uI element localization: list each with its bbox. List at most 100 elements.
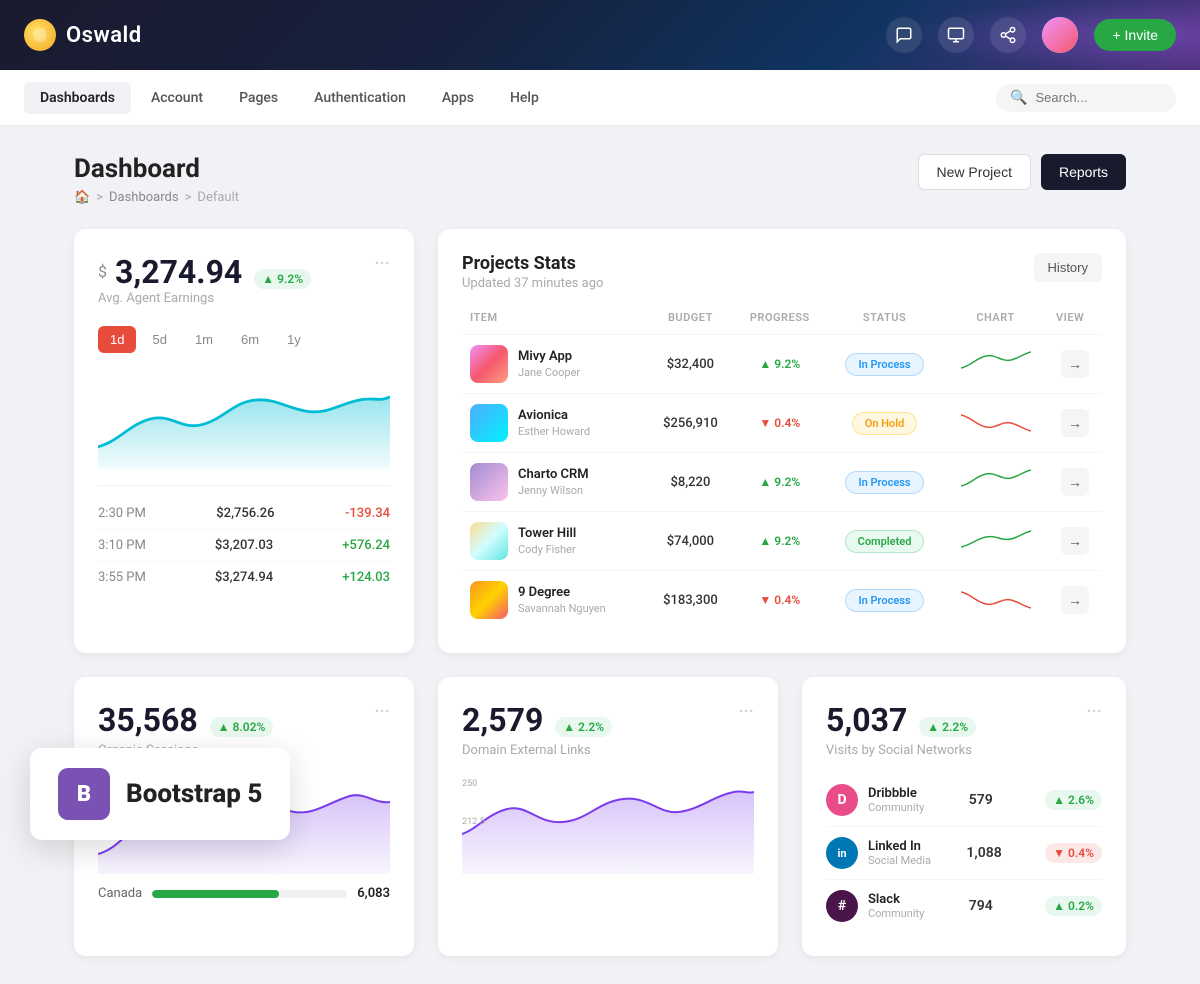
linkedin-text: Linked In Social Media (868, 839, 931, 867)
social-label: Visits by Social Networks (826, 743, 1102, 758)
chart-mivy (943, 335, 1048, 394)
view-9degree: → (1048, 571, 1102, 630)
nav-item-dashboards[interactable]: Dashboards (24, 82, 131, 114)
project-name-tower: Tower Hill (518, 526, 576, 541)
time-3: 3:55 PM (98, 570, 146, 585)
project-name-mivy: Mivy App (518, 349, 580, 364)
project-item-9degree: 9 Degree Savannah Nguyen (470, 581, 639, 619)
social-more-icon[interactable]: ··· (1086, 701, 1102, 721)
country-bar: Canada 6,083 (98, 886, 390, 901)
dribbble-type: Community (868, 801, 924, 814)
projects-card: Projects Stats Updated 37 minutes ago Hi… (438, 229, 1126, 653)
linkedin-info: in Linked In Social Media (826, 837, 931, 869)
earnings-badge: ▲ 9.2% (254, 269, 311, 289)
project-item-mivy: Mivy App Jane Cooper (470, 345, 639, 383)
chart-9degree (943, 571, 1048, 630)
nav-item-account[interactable]: Account (135, 82, 219, 114)
view-tower: → (1048, 512, 1102, 571)
earnings-currency: $ (98, 262, 107, 281)
view-button-tower[interactable]: → (1061, 527, 1089, 555)
bootstrap-icon: B (58, 768, 110, 820)
domain-card: 2,579 ▲ 2.2% ··· Domain External Links (438, 677, 778, 956)
linkedin-name: Linked In (868, 839, 931, 854)
social-card: 5,037 ▲ 2.2% ··· Visits by Social Networ… (802, 677, 1126, 956)
project-info-charto: Charto CRM Jenny Wilson (518, 467, 589, 497)
view-charto: → (1048, 453, 1102, 512)
time-1: 2:30 PM (98, 506, 146, 521)
time-filter-5d[interactable]: 5d (140, 326, 178, 353)
social-row-slack: # Slack Community 794 ▲ 0.2% (826, 880, 1102, 932)
breadcrumb-home-icon: 🏠 (74, 190, 90, 205)
earnings-row-3: 3:55 PM $3,274.94 +124.03 (98, 562, 390, 593)
budget-avionica: $256,910 (647, 394, 733, 453)
country-val: 6,083 (357, 886, 390, 901)
amount-2: $3,207.03 (215, 538, 273, 553)
view-button-avionica[interactable]: → (1061, 409, 1089, 437)
status-avionica: On Hold (826, 394, 943, 453)
search-input[interactable] (1035, 90, 1162, 105)
monitor-icon[interactable] (938, 17, 974, 53)
project-info-avionica: Avionica Esther Howard (518, 408, 590, 438)
time-filter-1d[interactable]: 1d (98, 326, 136, 353)
sessions-header: 35,568 ▲ 8.02% ··· (98, 701, 390, 739)
domain-number: 2,579 (462, 701, 543, 739)
view-button-9degree[interactable]: → (1061, 586, 1089, 614)
projects-title-area: Projects Stats Updated 37 minutes ago (462, 253, 603, 291)
view-button-mivy[interactable]: → (1061, 350, 1089, 378)
view-button-charto[interactable]: → (1061, 468, 1089, 496)
domain-more-icon[interactable]: ··· (738, 701, 754, 721)
thumb-avionica (470, 404, 508, 442)
project-item-charto: Charto CRM Jenny Wilson (470, 463, 639, 501)
project-sub-tower: Cody Fisher (518, 543, 576, 556)
dribbble-badge: ▲ 2.6% (1045, 790, 1102, 810)
more-options-icon[interactable]: ··· (374, 253, 390, 273)
project-item-tower: Tower Hill Cody Fisher (470, 522, 639, 560)
linkedin-val: 1,088 (966, 845, 1001, 861)
page-header: Dashboard 🏠 > Dashboards > Default New P… (74, 154, 1126, 205)
project-name-charto: Charto CRM (518, 467, 589, 482)
nav-item-pages[interactable]: Pages (223, 82, 294, 114)
share-icon[interactable] (990, 17, 1026, 53)
project-name-9degree: 9 Degree (518, 585, 606, 600)
earnings-value: $ 3,274.94 ▲ 9.2% (98, 253, 311, 291)
table-row: 9 Degree Savannah Nguyen $183,300 ▼ 0.4%… (462, 571, 1102, 630)
nav-item-help[interactable]: Help (494, 82, 555, 114)
new-project-button[interactable]: New Project (918, 154, 1031, 190)
dribbble-info: D Dribbble Community (826, 784, 924, 816)
breadcrumb-dashboards[interactable]: Dashboards (109, 190, 179, 205)
col-status: STATUS (826, 311, 943, 335)
search-bar: 🔍 (996, 84, 1176, 112)
sessions-value-area: 35,568 ▲ 8.02% (98, 701, 273, 739)
page-title: Dashboard (74, 154, 239, 184)
search-icon: 🔍 (1010, 90, 1027, 106)
earnings-data-rows: 2:30 PM $2,756.26 -139.34 3:10 PM $3,207… (98, 485, 390, 593)
time-filter-6m[interactable]: 6m (229, 326, 271, 353)
progress-charto: ▲ 9.2% (734, 453, 827, 512)
time-filter-1m[interactable]: 1m (183, 326, 225, 353)
reports-button[interactable]: Reports (1041, 154, 1126, 190)
invite-button[interactable]: + Invite (1094, 19, 1176, 51)
time-filter-1y[interactable]: 1y (275, 326, 313, 353)
svg-text:212.5: 212.5 (462, 817, 485, 827)
earnings-row-2: 3:10 PM $3,207.03 +576.24 (98, 530, 390, 562)
col-view: VIEW (1048, 311, 1102, 335)
social-row-linkedin: in Linked In Social Media 1,088 ▼ 0.4% (826, 827, 1102, 880)
earnings-row-1: 2:30 PM $2,756.26 -139.34 (98, 498, 390, 530)
table-row: Tower Hill Cody Fisher $74,000 ▲ 9.2% Co… (462, 512, 1102, 571)
col-item: ITEM (462, 311, 647, 335)
view-avionica: → (1048, 394, 1102, 453)
user-avatar[interactable] (1042, 17, 1078, 53)
notification-icon[interactable] (886, 17, 922, 53)
bootstrap-text: Bootstrap 5 (126, 779, 262, 809)
social-header: 5,037 ▲ 2.2% ··· (826, 701, 1102, 739)
history-button[interactable]: History (1034, 253, 1102, 282)
projects-title: Projects Stats (462, 253, 603, 274)
social-number: 5,037 (826, 701, 907, 739)
logo-text: Oswald (66, 23, 142, 48)
sessions-more-icon[interactable]: ··· (374, 701, 390, 721)
chart-tower (943, 512, 1048, 571)
budget-mivy: $32,400 (647, 335, 733, 394)
nav-item-authentication[interactable]: Authentication (298, 82, 422, 114)
progress-tower: ▲ 9.2% (734, 512, 827, 571)
nav-item-apps[interactable]: Apps (426, 82, 490, 114)
